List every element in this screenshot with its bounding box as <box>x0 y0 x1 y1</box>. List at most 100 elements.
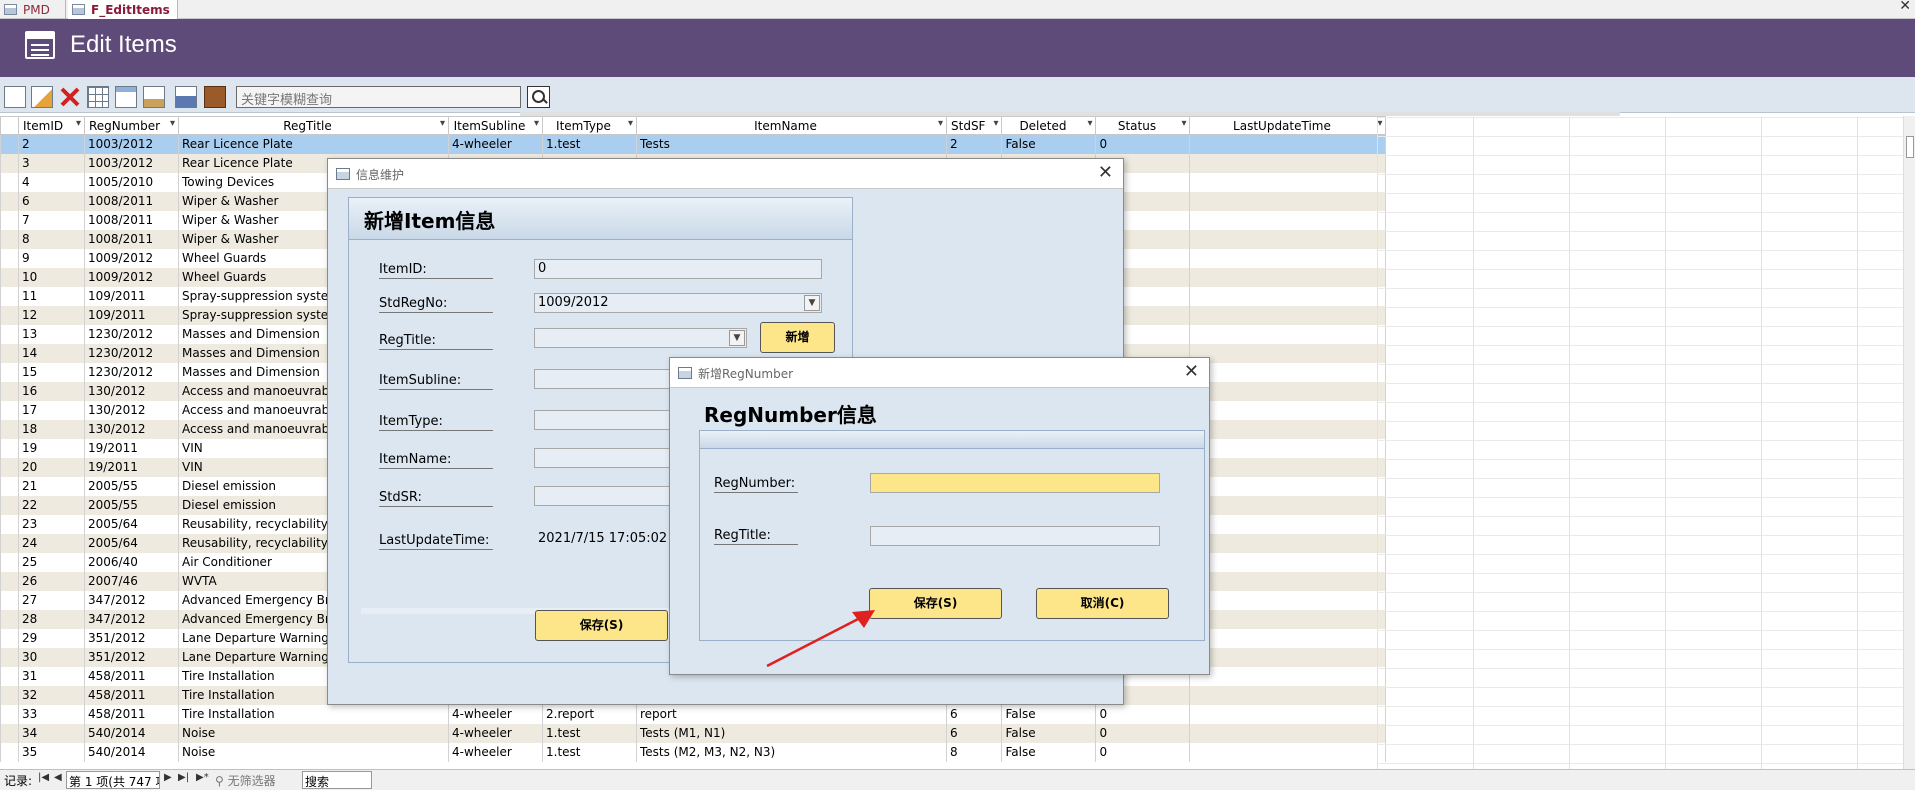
table-cell[interactable]: 10 <box>18 267 85 287</box>
table-cell[interactable]: 1003/2012 <box>84 134 179 154</box>
table-cell[interactable]: False <box>1001 134 1097 154</box>
table-cell[interactable]: 0 <box>1095 704 1191 724</box>
delete-icon[interactable] <box>59 86 81 108</box>
report-icon[interactable] <box>143 86 165 108</box>
next-record-icon[interactable]: ▶ <box>164 772 172 783</box>
table-cell[interactable]: Noise <box>178 723 449 743</box>
column-header[interactable]: Deleted <box>1001 116 1097 135</box>
dialog-titlebar[interactable]: 新增RegNumber ✕ <box>670 358 1209 388</box>
new-regnumber-button[interactable]: 新增 <box>760 322 835 353</box>
row-selector[interactable] <box>0 647 19 667</box>
table-cell[interactable]: 2005/64 <box>84 514 179 534</box>
table-cell[interactable]: 1.test <box>542 742 637 762</box>
table-cell[interactable]: 0 <box>1095 134 1191 154</box>
row-selector[interactable] <box>0 438 19 458</box>
table-cell[interactable] <box>1189 419 1387 439</box>
table-cell[interactable]: 1009/2012 <box>84 267 179 287</box>
first-record-icon[interactable]: |◀ <box>38 772 49 783</box>
row-selector[interactable] <box>0 419 19 439</box>
search-input[interactable]: 关键字模糊查询 <box>236 86 521 108</box>
row-selector[interactable] <box>0 400 19 420</box>
table-cell[interactable]: 23 <box>18 514 85 534</box>
table-cell[interactable] <box>1189 153 1387 173</box>
table-cell[interactable]: 21 <box>18 476 85 496</box>
table-row[interactable]: 34 540/2014 Noise 4-wheeler 1.test Tests (M1,… <box>0 723 1387 743</box>
table-cell[interactable] <box>1189 381 1387 401</box>
table-cell[interactable]: 7 <box>18 210 85 230</box>
table-cell[interactable]: 8 <box>945 742 1003 762</box>
column-header[interactable]: ItemType <box>542 116 637 135</box>
table-cell[interactable]: 2.report <box>542 704 637 724</box>
table-cell[interactable]: 540/2014 <box>84 742 179 762</box>
table-cell[interactable]: 1.test <box>542 723 637 743</box>
last-record-icon[interactable]: ▶| <box>178 772 189 783</box>
table-cell[interactable] <box>1189 685 1387 705</box>
table-cell[interactable] <box>1189 628 1387 648</box>
reg-number-field[interactable] <box>870 473 1160 493</box>
table-cell[interactable]: 1008/2011 <box>84 210 179 230</box>
tab-pmd[interactable]: PMD <box>0 0 66 19</box>
table-cell[interactable]: 25 <box>18 552 85 572</box>
table-cell[interactable]: 351/2012 <box>84 628 179 648</box>
table-cell[interactable]: 1003/2012 <box>84 153 179 173</box>
table-cell[interactable]: 22 <box>18 495 85 515</box>
table-cell[interactable]: 1230/2012 <box>84 362 179 382</box>
column-header[interactable]: StdSF <box>945 116 1003 135</box>
exit-icon[interactable] <box>204 86 226 108</box>
table-cell[interactable]: 35 <box>18 742 85 762</box>
table-cell[interactable]: 109/2011 <box>84 286 179 306</box>
row-selector[interactable] <box>0 210 19 230</box>
prev-record-icon[interactable]: ◀ <box>54 772 62 783</box>
table-cell[interactable]: False <box>1001 704 1097 724</box>
table-cell[interactable]: 17 <box>18 400 85 420</box>
table-cell[interactable] <box>1189 571 1387 591</box>
row-selector[interactable] <box>0 514 19 534</box>
table-cell[interactable] <box>1189 476 1387 496</box>
table-cell[interactable]: 24 <box>18 533 85 553</box>
table-cell[interactable]: 540/2014 <box>84 723 179 743</box>
record-position-input[interactable]: 第 1 项(共 747 项) <box>66 771 160 789</box>
column-header[interactable]: RegNumber <box>84 116 179 135</box>
table-cell[interactable]: 14 <box>18 343 85 363</box>
save-button[interactable]: 保存(S) <box>869 588 1002 619</box>
grid-icon[interactable] <box>87 86 109 108</box>
row-selector[interactable] <box>0 324 19 344</box>
table-cell[interactable]: 20 <box>18 457 85 477</box>
table-cell[interactable] <box>1189 286 1387 306</box>
row-selector[interactable] <box>0 172 19 192</box>
row-selector[interactable] <box>0 248 19 268</box>
table-cell[interactable]: 458/2011 <box>84 685 179 705</box>
row-selector[interactable] <box>0 267 19 287</box>
table-cell[interactable] <box>1189 723 1387 743</box>
table-cell[interactable]: 347/2012 <box>84 590 179 610</box>
row-selector[interactable] <box>0 685 19 705</box>
table-cell[interactable]: 6 <box>945 704 1003 724</box>
row-selector[interactable] <box>0 286 19 306</box>
table-cell[interactable] <box>1189 210 1387 230</box>
column-header[interactable]: LastUpdateTime <box>1189 116 1387 135</box>
table-cell[interactable]: 1008/2011 <box>84 229 179 249</box>
grid-search-input[interactable]: 搜索 <box>302 771 372 789</box>
table-cell[interactable] <box>1189 514 1387 534</box>
row-selector[interactable] <box>0 590 19 610</box>
table-cell[interactable]: 4-wheeler <box>448 742 543 762</box>
column-header[interactable]: ItemSubline <box>448 116 543 135</box>
row-selector[interactable] <box>0 381 19 401</box>
save-icon[interactable] <box>175 86 197 108</box>
column-header[interactable]: Status <box>1095 116 1191 135</box>
table-cell[interactable]: 27 <box>18 590 85 610</box>
table-cell[interactable] <box>1189 400 1387 420</box>
table-cell[interactable] <box>1189 267 1387 287</box>
row-selector[interactable] <box>0 609 19 629</box>
table-cell[interactable]: 2007/46 <box>84 571 179 591</box>
reg-title-combo[interactable]: ▼ <box>534 328 747 348</box>
table-cell[interactable]: Tests (M2, M3, N2, N3) <box>636 742 947 762</box>
table-cell[interactable] <box>1189 666 1387 686</box>
column-header[interactable]: ItemID <box>18 116 85 135</box>
table-cell[interactable]: 3 <box>18 153 85 173</box>
row-selector[interactable] <box>0 457 19 477</box>
table-cell[interactable]: 31 <box>18 666 85 686</box>
table-cell[interactable]: 4-wheeler <box>448 704 543 724</box>
table-cell[interactable]: 32 <box>18 685 85 705</box>
form-icon-button[interactable] <box>115 86 137 108</box>
